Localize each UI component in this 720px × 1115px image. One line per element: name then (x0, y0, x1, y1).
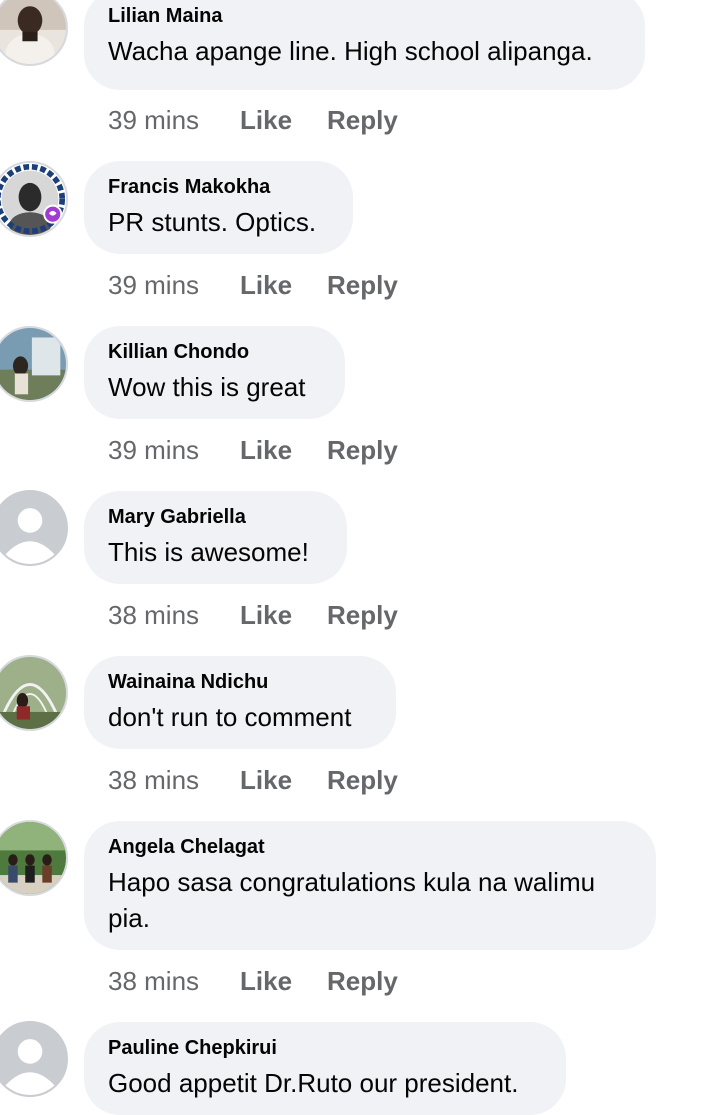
comment-author[interactable]: Pauline Chepkirui (108, 1035, 542, 1061)
comment-author[interactable]: Mary Gabriella (108, 504, 323, 530)
comment-author[interactable]: Angela Chelagat (108, 834, 632, 860)
comment-timestamp[interactable]: 38 mins (108, 964, 199, 998)
comment-bubble[interactable]: Angela Chelagat Hapo sasa congratulation… (84, 821, 656, 950)
comment-text: don't run to comment (108, 702, 352, 732)
reply-button[interactable]: Reply (327, 433, 398, 467)
reply-button[interactable]: Reply (327, 268, 398, 302)
like-button[interactable]: Like (240, 598, 292, 632)
avatar[interactable] (0, 161, 68, 237)
comment-author[interactable]: Wainaina Ndichu (108, 669, 372, 695)
like-button[interactable]: Like (240, 268, 292, 302)
photo-icon (0, 657, 66, 729)
reply-button[interactable]: Reply (327, 103, 398, 137)
comment-bubble[interactable]: Pauline Chepkirui Good appetit Dr.Ruto o… (84, 1022, 566, 1115)
avatar[interactable] (0, 490, 68, 566)
photo-icon (0, 328, 66, 400)
comment-bubble[interactable]: Killian Chondo Wow this is great (84, 326, 345, 419)
comment-bubble[interactable]: Mary Gabriella This is awesome! (84, 491, 347, 584)
avatar[interactable] (0, 326, 68, 402)
comment-author[interactable]: Francis Makokha (108, 174, 329, 200)
comment-timestamp[interactable]: 38 mins (108, 763, 199, 797)
photo-icon (0, 0, 66, 64)
comment-timestamp[interactable]: 39 mins (108, 103, 199, 137)
like-button[interactable]: Like (240, 433, 292, 467)
default-user-icon (0, 1023, 66, 1095)
like-button[interactable]: Like (240, 763, 292, 797)
reply-button[interactable]: Reply (327, 964, 398, 998)
vaccine-frame-photo-icon (0, 163, 66, 235)
default-user-icon (0, 492, 66, 564)
avatar[interactable] (0, 0, 68, 66)
like-button[interactable]: Like (240, 103, 292, 137)
avatar[interactable] (0, 655, 68, 731)
comment-timestamp[interactable]: 39 mins (108, 433, 199, 467)
comment-text: PR stunts. Optics. (108, 207, 317, 237)
like-button[interactable]: Like (240, 964, 292, 998)
comment-text: This is awesome! (108, 537, 309, 567)
comment-author[interactable]: Lilian Maina (108, 3, 621, 29)
comment-timestamp[interactable]: 39 mins (108, 268, 199, 302)
comment-text: Wacha apange line. High school alipanga. (108, 36, 593, 66)
comment-timestamp[interactable]: 38 mins (108, 598, 199, 632)
reply-button[interactable]: Reply (327, 598, 398, 632)
comment-bubble[interactable]: Francis Makokha PR stunts. Optics. (84, 161, 353, 254)
reply-button[interactable]: Reply (327, 763, 398, 797)
comment-text: Hapo sasa congratulations kula na walimu… (108, 867, 596, 933)
comment-text: Good appetit Dr.Ruto our president. (108, 1068, 519, 1098)
comment-bubble[interactable]: Wainaina Ndichu don't run to comment (84, 656, 396, 749)
comment-text: Wow this is great (108, 372, 306, 402)
photo-icon (0, 822, 66, 894)
comment-bubble[interactable]: Lilian Maina Wacha apange line. High sch… (84, 0, 645, 90)
comment-author[interactable]: Killian Chondo (108, 339, 321, 365)
avatar[interactable] (0, 820, 68, 896)
avatar[interactable] (0, 1021, 68, 1097)
